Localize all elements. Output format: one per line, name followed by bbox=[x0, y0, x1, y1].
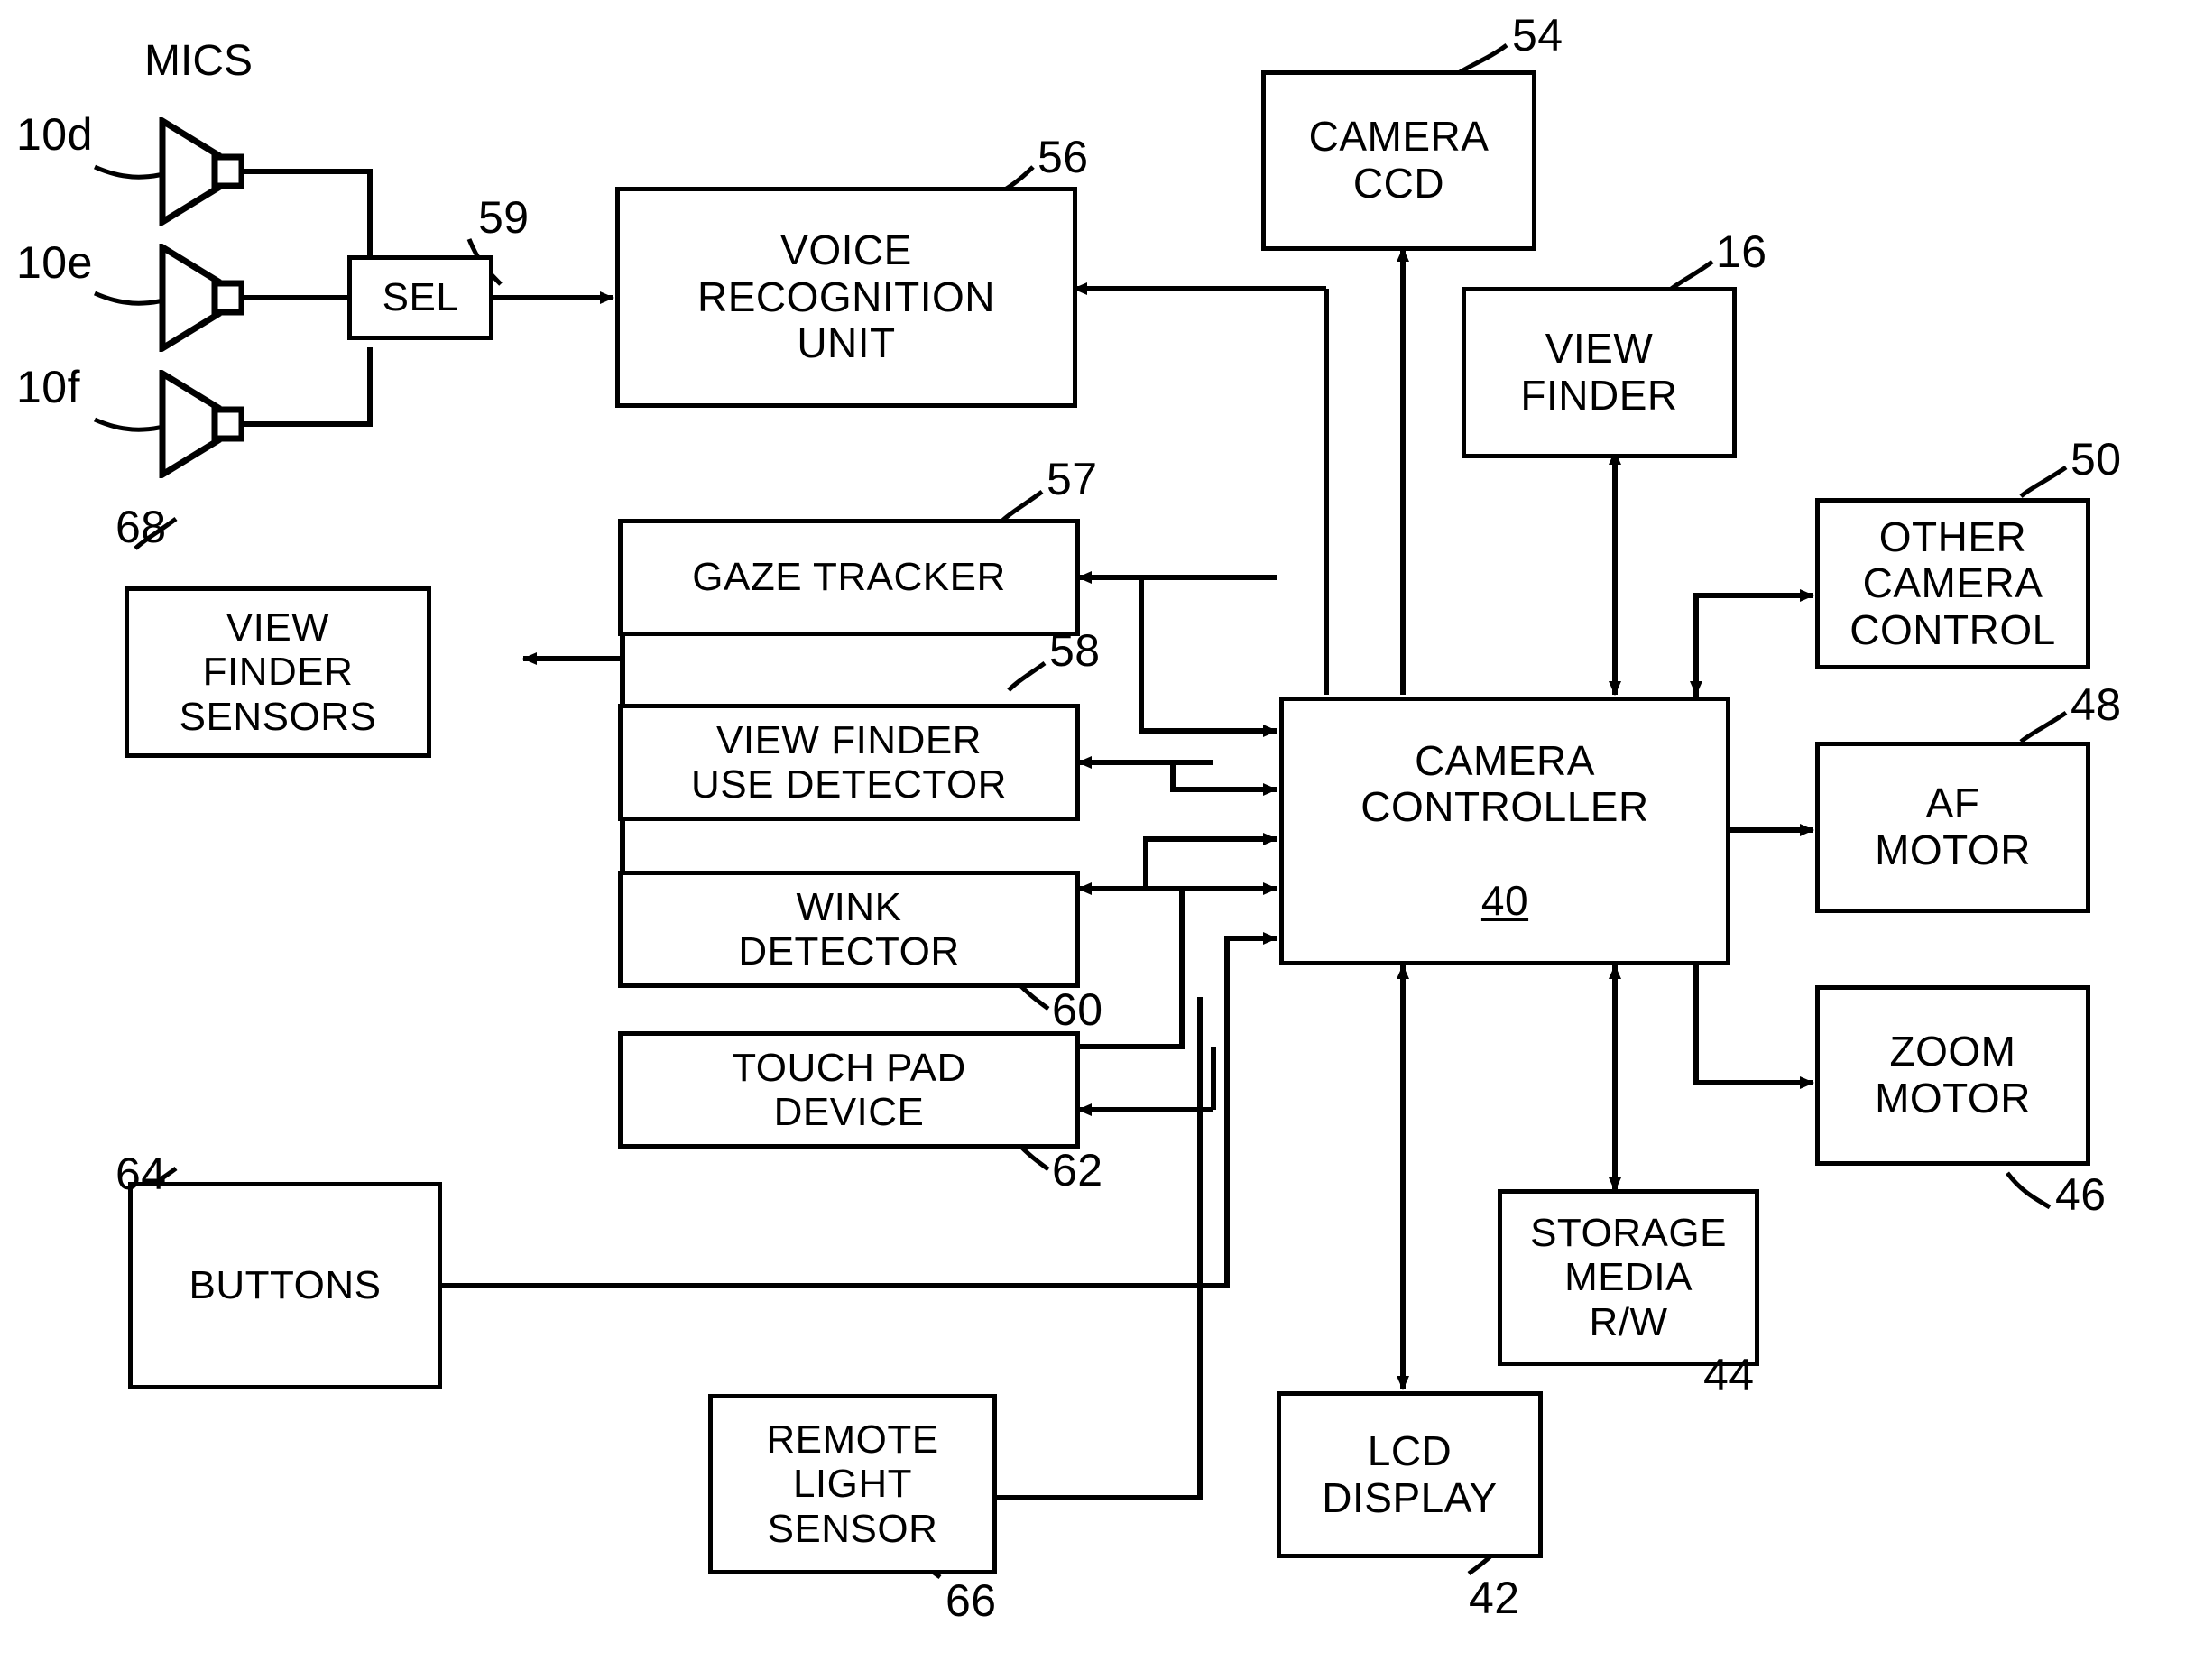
view-finder-sensors-block[interactable]: VIEW FINDER SENSORS bbox=[125, 586, 431, 758]
cc-line2: CONTROLLER bbox=[1360, 783, 1649, 831]
wink-line1: WINK bbox=[796, 884, 902, 929]
voice-recognition-unit-block[interactable]: VOICE RECOGNITION UNIT bbox=[615, 187, 1077, 408]
buttons-block[interactable]: BUTTONS bbox=[128, 1182, 442, 1389]
camera-ccd-block[interactable]: CAMERA CCD bbox=[1261, 70, 1536, 251]
ref-66: 66 bbox=[945, 1575, 997, 1626]
occ-line1: OTHER bbox=[1878, 512, 2027, 560]
zoom-line1: ZOOM bbox=[1889, 1028, 2016, 1075]
af-line1: AF bbox=[1925, 780, 1980, 827]
ref-62: 62 bbox=[1052, 1145, 1103, 1195]
ref-64: 64 bbox=[115, 1149, 167, 1199]
vfud-line2: USE DETECTOR bbox=[691, 762, 1007, 807]
rls-line3: SENSOR bbox=[767, 1506, 938, 1551]
sel-block[interactable]: SEL bbox=[347, 255, 493, 340]
wink-detector-block[interactable]: WINK DETECTOR bbox=[618, 871, 1080, 988]
af-motor-block[interactable]: AF MOTOR bbox=[1815, 742, 2090, 913]
vfs-line3: SENSORS bbox=[179, 694, 377, 739]
microphone-10e-icon bbox=[159, 244, 244, 352]
rls-line1: REMOTE bbox=[766, 1417, 939, 1463]
smrw-line1: STORAGE bbox=[1530, 1211, 1727, 1256]
lcd-display-block[interactable]: LCD DISPLAY bbox=[1277, 1391, 1543, 1558]
occ-line3: CONTROL bbox=[1849, 605, 2056, 653]
ref-58: 58 bbox=[1049, 625, 1101, 676]
tpd-line2: DEVICE bbox=[773, 1090, 925, 1134]
other-camera-control-block[interactable]: OTHER CAMERA CONTROL bbox=[1815, 498, 2090, 669]
ref-50: 50 bbox=[2071, 434, 2122, 485]
occ-line2: CAMERA bbox=[1862, 559, 2043, 607]
af-line2: MOTOR bbox=[1875, 826, 2031, 873]
ref-56: 56 bbox=[1038, 132, 1089, 182]
ref-42: 42 bbox=[1469, 1573, 1520, 1623]
ref-68: 68 bbox=[115, 502, 167, 552]
vru-line1: VOICE bbox=[780, 226, 912, 274]
gaze-tracker-block[interactable]: GAZE TRACKER bbox=[618, 519, 1080, 636]
smrw-line2: MEDIA bbox=[1564, 1255, 1693, 1300]
mics-heading: MICS bbox=[144, 37, 253, 85]
camera-controller-block[interactable]: CAMERA CONTROLLER 40 bbox=[1279, 697, 1730, 965]
ccd-line2: CCD bbox=[1352, 160, 1445, 207]
view-finder-use-detector-block[interactable]: VIEW FINDER USE DETECTOR bbox=[618, 704, 1080, 821]
cc-line1: CAMERA bbox=[1415, 736, 1595, 784]
patent-block-diagram: MICS 10d 10e 10f SEL 59 VOICE RECOGNITIO… bbox=[0, 0, 2186, 1680]
microphone-10d-icon bbox=[159, 117, 244, 226]
wink-line2: DETECTOR bbox=[738, 929, 960, 974]
ref-48: 48 bbox=[2071, 679, 2122, 730]
lcd-line2: DISPLAY bbox=[1322, 1473, 1498, 1521]
ref-10e: 10e bbox=[16, 237, 93, 288]
vru-line3: UNIT bbox=[797, 319, 896, 367]
zoom-motor-block[interactable]: ZOOM MOTOR bbox=[1815, 985, 2090, 1166]
lcd-line1: LCD bbox=[1367, 1426, 1453, 1474]
vf-line1: VIEW bbox=[1545, 325, 1654, 373]
ccd-line1: CAMERA bbox=[1308, 113, 1490, 161]
ref-10f: 10f bbox=[16, 362, 81, 412]
ref-57: 57 bbox=[1047, 454, 1098, 504]
ref-54: 54 bbox=[1512, 10, 1563, 60]
zoom-line2: MOTOR bbox=[1875, 1075, 2031, 1122]
vfs-line2: FINDER bbox=[202, 650, 354, 695]
remote-light-sensor-block[interactable]: REMOTE LIGHT SENSOR bbox=[708, 1394, 997, 1574]
tpd-line1: TOUCH PAD bbox=[732, 1045, 966, 1090]
storage-media-rw-block[interactable]: STORAGE MEDIA R/W bbox=[1498, 1189, 1759, 1366]
ref-60: 60 bbox=[1052, 984, 1103, 1035]
ref-10d: 10d bbox=[16, 109, 93, 160]
view-finder-block[interactable]: VIEW FINDER bbox=[1462, 287, 1737, 458]
ref-44: 44 bbox=[1703, 1350, 1755, 1400]
vf-line2: FINDER bbox=[1520, 372, 1678, 419]
vru-line2: RECOGNITION bbox=[696, 272, 996, 320]
ref-46: 46 bbox=[2055, 1169, 2107, 1220]
microphone-10f-icon bbox=[159, 370, 244, 478]
cc-ref-40: 40 bbox=[1480, 876, 1529, 924]
vfs-line1: VIEW bbox=[226, 605, 330, 651]
ref-59: 59 bbox=[478, 192, 530, 243]
smrw-line3: R/W bbox=[1589, 1299, 1668, 1344]
touch-pad-device-block[interactable]: TOUCH PAD DEVICE bbox=[618, 1031, 1080, 1149]
vfud-line1: VIEW FINDER bbox=[716, 717, 982, 762]
ref-16: 16 bbox=[1716, 226, 1767, 277]
rls-line2: LIGHT bbox=[792, 1462, 913, 1507]
